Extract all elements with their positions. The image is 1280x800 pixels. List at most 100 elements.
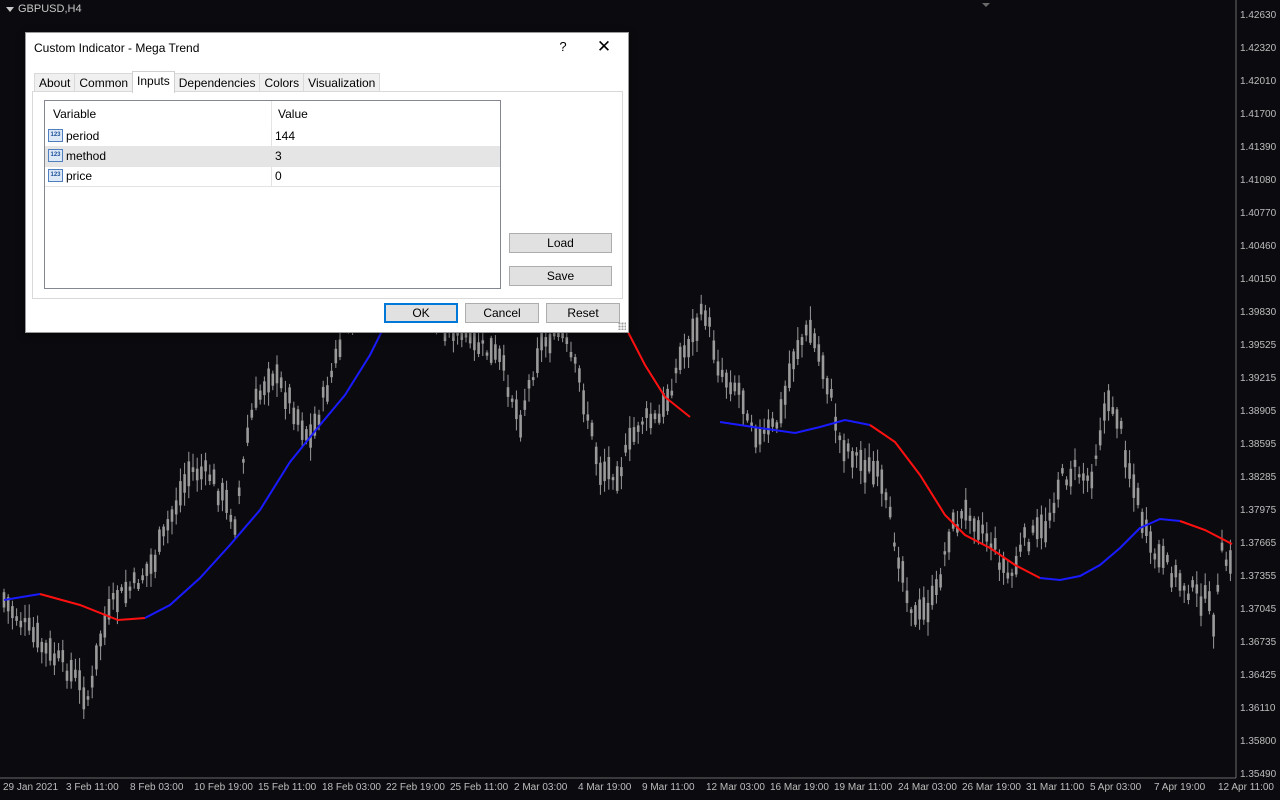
candle-body xyxy=(998,562,1001,570)
candle-body xyxy=(111,593,115,600)
candle-body xyxy=(174,500,178,515)
tab-common[interactable]: Common xyxy=(74,73,134,92)
candle-body xyxy=(128,586,132,591)
header-value[interactable]: Value xyxy=(278,107,308,121)
candle-body xyxy=(939,574,942,588)
ok-button[interactable]: OK xyxy=(384,303,458,323)
candle-body xyxy=(208,474,212,481)
candle-body xyxy=(586,414,590,421)
candle-body xyxy=(1224,559,1228,566)
candle-body xyxy=(544,337,548,347)
candle-body xyxy=(1212,614,1215,637)
candle-body xyxy=(1086,475,1089,481)
candle-body xyxy=(187,461,191,487)
candle-body xyxy=(1098,430,1102,446)
candle-body xyxy=(531,377,535,381)
candle-body xyxy=(830,389,833,398)
candle-body xyxy=(603,461,606,482)
table-row-period[interactable]: 123 period 144 xyxy=(45,126,500,147)
candle-body xyxy=(867,457,871,472)
load-button[interactable]: Load xyxy=(509,233,612,253)
candle-body xyxy=(993,538,997,550)
candle-body xyxy=(191,467,195,472)
price-tick-label: 1.40770 xyxy=(1240,208,1277,219)
candle-body xyxy=(851,451,854,468)
candle-body xyxy=(40,641,44,653)
price-tick-label: 1.36110 xyxy=(1240,703,1276,714)
candle-body xyxy=(179,481,182,506)
candle-body xyxy=(1174,565,1178,578)
candle-body xyxy=(229,514,233,522)
candle-body xyxy=(263,381,266,396)
candle-body xyxy=(15,616,18,621)
row-value[interactable]: 3 xyxy=(275,149,282,163)
candle-body xyxy=(821,355,825,380)
candle-body xyxy=(951,512,955,529)
help-button[interactable]: ? xyxy=(553,37,573,57)
price-tick-label: 1.38595 xyxy=(1240,439,1277,450)
date-tick-label: 12 Apr 11:00 xyxy=(1218,782,1274,793)
inputs-grid[interactable]: Variable Value 123 period 144 123 method… xyxy=(44,100,501,289)
tab-dependencies[interactable]: Dependencies xyxy=(173,73,261,92)
date-tick-label: 24 Mar 03:00 xyxy=(898,782,957,793)
candle-body xyxy=(783,385,787,405)
candle-body xyxy=(792,351,795,370)
scroll-marker-icon[interactable] xyxy=(982,3,990,7)
candle-body xyxy=(687,339,690,358)
date-tick-label: 7 Apr 19:00 xyxy=(1154,782,1206,793)
dialog-titlebar[interactable]: Custom Indicator - Mega Trend ? ✕ xyxy=(26,33,628,61)
tab-about[interactable]: About xyxy=(34,73,76,92)
candle-body xyxy=(699,303,703,315)
save-button[interactable]: Save xyxy=(509,266,612,286)
integer-icon: 123 xyxy=(48,149,63,162)
price-tick-label: 1.36735 xyxy=(1240,637,1277,648)
resize-grip-icon[interactable] xyxy=(618,322,626,330)
candle-body xyxy=(1027,542,1031,552)
candle-body xyxy=(725,372,728,388)
candle-body xyxy=(968,515,972,521)
tab-visualization[interactable]: Visualization xyxy=(303,73,381,92)
candle-body xyxy=(872,461,875,485)
candle-body xyxy=(103,615,107,638)
candle-body xyxy=(775,422,779,429)
date-tick-label: 9 Mar 11:00 xyxy=(642,782,695,793)
date-tick-label: 12 Mar 03:00 xyxy=(706,782,765,793)
candle-body xyxy=(947,531,951,553)
cancel-button[interactable]: Cancel xyxy=(465,303,539,323)
cell-divider xyxy=(271,166,272,186)
candle-body xyxy=(972,518,976,532)
candle-body xyxy=(321,386,325,398)
header-variable[interactable]: Variable xyxy=(53,107,96,121)
candle-body xyxy=(1077,474,1081,478)
candle-body xyxy=(842,440,846,462)
candle-body xyxy=(19,620,23,628)
candle-body xyxy=(855,452,858,456)
inputs-panel: Variable Value 123 period 144 123 method… xyxy=(32,91,623,299)
reset-button[interactable]: Reset xyxy=(546,303,620,323)
candle-body xyxy=(326,385,329,402)
candle-body xyxy=(771,418,774,427)
close-button[interactable]: ✕ xyxy=(592,37,616,57)
candle-body xyxy=(901,561,905,583)
candle-body xyxy=(61,650,65,663)
candle-body xyxy=(78,670,81,691)
price-tick-label: 1.37665 xyxy=(1240,538,1277,549)
candle-body xyxy=(1187,593,1190,600)
tab-inputs[interactable]: Inputs xyxy=(132,71,175,93)
chevron-down-icon[interactable] xyxy=(6,6,14,12)
row-value[interactable]: 144 xyxy=(275,129,295,143)
candle-body xyxy=(636,425,640,432)
price-tick-label: 1.37355 xyxy=(1240,571,1277,582)
candle-body xyxy=(926,602,930,623)
candle-body xyxy=(729,382,732,395)
trend-line-up-1 xyxy=(3,593,41,601)
table-row-method[interactable]: 123 method 3 xyxy=(45,146,500,167)
symbol-label[interactable]: GBPUSD,H4 xyxy=(6,3,82,15)
candle-body xyxy=(1229,550,1232,574)
date-tick-label: 22 Feb 19:00 xyxy=(386,782,445,793)
row-value[interactable]: 0 xyxy=(275,169,282,183)
table-row-price[interactable]: 123 price 0 xyxy=(45,166,500,187)
candle-body xyxy=(880,469,884,494)
candle-body xyxy=(95,645,98,670)
tab-colors[interactable]: Colors xyxy=(259,73,305,92)
